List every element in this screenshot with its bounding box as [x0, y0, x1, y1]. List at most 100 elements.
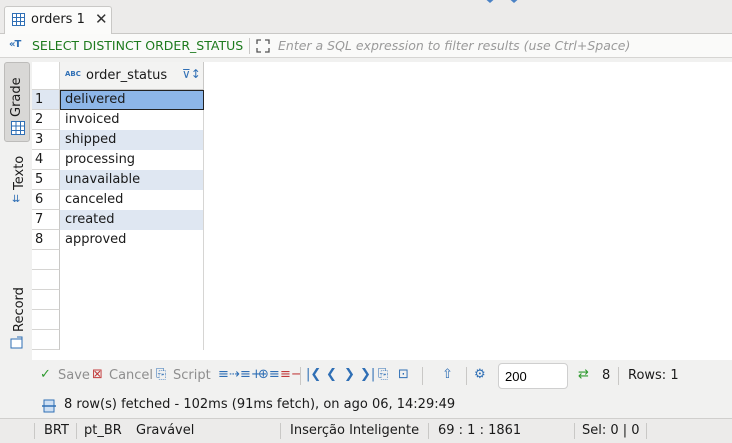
- collapse-chevrons-icon[interactable]: [480, 0, 524, 6]
- empty-cell: [60, 330, 204, 350]
- status-writable: Gravável: [136, 423, 195, 438]
- cancel-button[interactable]: Cancel: [109, 368, 153, 383]
- empty-row: [32, 330, 732, 350]
- order-status-cell[interactable]: invoiced: [60, 110, 204, 130]
- order-status-cell[interactable]: shipped: [60, 130, 204, 150]
- table-row[interactable]: 8 approved: [32, 230, 732, 250]
- record-icon: [10, 336, 24, 350]
- last-page-icon[interactable]: ❯|: [360, 367, 375, 382]
- fetch-status-text: 8 row(s) fetched - 102ms (91ms fetch), o…: [64, 397, 456, 412]
- empty-row-number[interactable]: [32, 290, 60, 310]
- order-status-cell[interactable]: unavailable: [60, 170, 204, 190]
- row-number[interactable]: 5: [32, 170, 60, 190]
- expand-icon[interactable]: [256, 39, 270, 53]
- status-locale: pt_BR: [84, 423, 122, 438]
- row-number[interactable]: 4: [32, 150, 60, 170]
- fetch-info-line: 8 row(s) fetched - 102ms (91ms fetch), o…: [32, 394, 732, 418]
- empty-cell: [60, 270, 204, 290]
- tab-grade-label: Grade: [9, 77, 24, 117]
- rows-count: Rows: 1: [628, 368, 679, 383]
- toolbar-divider: [300, 367, 301, 385]
- empty-row: [32, 290, 732, 310]
- column-header-order-status[interactable]: ABC order_status ⊽↕: [60, 62, 204, 90]
- filter-divider: [249, 38, 250, 54]
- order-status-cell[interactable]: delivered: [60, 90, 204, 110]
- table-row[interactable]: 5 unavailable: [32, 170, 732, 190]
- order-status-cell[interactable]: approved: [60, 230, 204, 250]
- status-selection: Sel: 0 | 0: [582, 423, 640, 438]
- table-grid-icon: [12, 13, 25, 26]
- toolbar-divider: [618, 367, 619, 385]
- table-row[interactable]: 6 canceled: [32, 190, 732, 210]
- row-number[interactable]: 8: [32, 230, 60, 250]
- empty-cell: [60, 250, 204, 270]
- empty-row-number[interactable]: [32, 330, 60, 350]
- table-row[interactable]: 3 shipped: [32, 130, 732, 150]
- table-row[interactable]: 4 processing: [32, 150, 732, 170]
- empty-row: [32, 270, 732, 290]
- table-row[interactable]: 1 delivered: [32, 90, 732, 110]
- grid-header: ABC order_status ⊽↕: [32, 62, 732, 90]
- view-mode-tabs: Grade Texto ⇊ Record: [4, 60, 30, 360]
- status-divider: [646, 423, 647, 439]
- tab-orders[interactable]: orders 1 ✕: [4, 6, 112, 34]
- save-icon: ✓: [40, 367, 51, 382]
- row-number[interactable]: 3: [32, 130, 60, 150]
- toolbar-divider: [466, 367, 467, 385]
- filter-sort-icon[interactable]: ⊽↕: [182, 67, 201, 81]
- save-button[interactable]: Save: [58, 368, 90, 383]
- filter-bar: «T SELECT DISTINCT ORDER_STATUS Enter a …: [0, 34, 732, 58]
- copy-row-icon[interactable]: ⊕≡: [258, 367, 280, 382]
- script-icon: ⎘: [156, 367, 167, 382]
- status-divider: [574, 423, 575, 439]
- first-page-icon[interactable]: |❮: [306, 367, 321, 382]
- results-toolbar: ✓ Save ⊠ Cancel ⎘ Script ≡⇢ ≡+ ⊕≡ ≡− |❮ …: [32, 362, 732, 390]
- script-button[interactable]: Script: [173, 368, 211, 383]
- row-number[interactable]: 1: [32, 90, 60, 110]
- tab-label: orders 1: [31, 12, 85, 27]
- order-status-cell[interactable]: created: [60, 210, 204, 230]
- fetch-size-input[interactable]: [498, 363, 568, 389]
- fetch-all-icon[interactable]: ⊡: [398, 367, 409, 382]
- sql-query-icon: «T: [9, 39, 21, 50]
- status-divider: [280, 423, 281, 439]
- settings-gear-icon[interactable]: ⚙: [474, 367, 486, 382]
- empty-cell: [60, 290, 204, 310]
- row-number[interactable]: 2: [32, 110, 60, 130]
- column-header-label: order_status: [86, 68, 168, 83]
- tab-grade[interactable]: Grade: [4, 62, 30, 142]
- prev-page-icon[interactable]: ❮: [326, 367, 337, 382]
- empty-row-number[interactable]: [32, 250, 60, 270]
- fetch-page-icon[interactable]: ⎘: [378, 367, 388, 382]
- string-type-badge: ABC: [65, 70, 81, 78]
- next-page-icon[interactable]: ❯: [344, 367, 355, 382]
- text-view-icon: ⇊: [12, 194, 21, 205]
- empty-row: [32, 310, 732, 330]
- grid-corner[interactable]: [32, 62, 60, 90]
- sql-query-text[interactable]: SELECT DISTINCT ORDER_STATUS: [32, 38, 246, 53]
- tab-texto[interactable]: Texto: [12, 156, 27, 190]
- table-row[interactable]: 2 invoiced: [32, 110, 732, 130]
- table-row[interactable]: 7 created: [32, 210, 732, 230]
- status-insert-mode[interactable]: Inserção Inteligente: [290, 423, 419, 438]
- fetched-count: 8: [602, 368, 611, 383]
- empty-cell: [60, 310, 204, 330]
- empty-row-number[interactable]: [32, 270, 60, 290]
- close-icon[interactable]: ✕: [95, 10, 108, 28]
- filter-input[interactable]: Enter a SQL expression to filter results…: [278, 38, 630, 53]
- grid-icon: [11, 121, 25, 135]
- order-status-cell[interactable]: canceled: [60, 190, 204, 210]
- refresh-icon[interactable]: ⇄: [578, 367, 589, 382]
- cancel-icon: ⊠: [92, 367, 103, 382]
- row-number[interactable]: 6: [32, 190, 60, 210]
- order-status-cell[interactable]: processing: [60, 150, 204, 170]
- empty-row-number[interactable]: [32, 310, 60, 330]
- row-number[interactable]: 7: [32, 210, 60, 230]
- delete-row-icon[interactable]: ≡−: [280, 367, 302, 382]
- empty-row: [32, 250, 732, 270]
- edit-row-icon[interactable]: ≡⇢: [218, 367, 240, 382]
- export-icon[interactable]: ⇧: [442, 367, 453, 382]
- tab-record[interactable]: Record: [12, 287, 27, 332]
- status-divider: [34, 423, 35, 439]
- status-cursor-position: 69 : 1 : 1861: [438, 423, 522, 438]
